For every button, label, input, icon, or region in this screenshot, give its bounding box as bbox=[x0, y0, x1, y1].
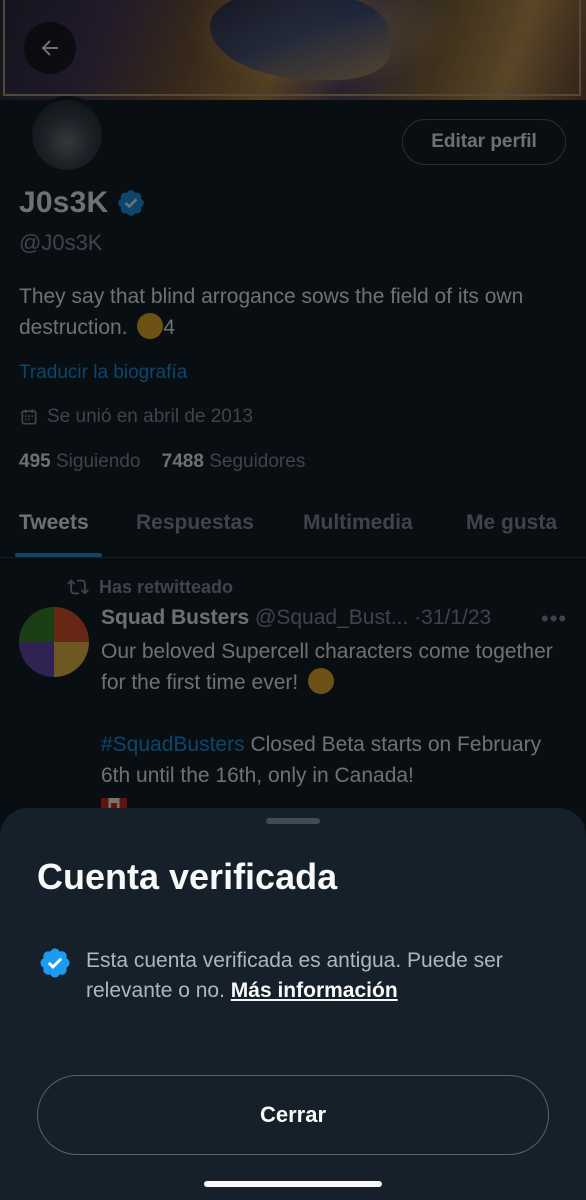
tab-multimedia[interactable]: Multimedia bbox=[303, 505, 413, 557]
joined-date: Se unió en abril de 2013 bbox=[19, 406, 253, 428]
follow-stats: 495 Siguiendo 7488 Seguidores bbox=[19, 451, 305, 473]
tweet-author-name[interactable]: Squad Busters bbox=[101, 606, 249, 629]
close-button[interactable]: Cerrar bbox=[37, 1075, 549, 1155]
back-button[interactable] bbox=[24, 22, 76, 74]
tweet-hashtag[interactable]: #SquadBusters bbox=[101, 733, 245, 756]
verified-badge-icon bbox=[40, 948, 70, 978]
profile-bio: They say that blind arrogance sows the f… bbox=[19, 281, 564, 343]
followers-label: Seguidores bbox=[209, 451, 306, 472]
arrow-left-icon bbox=[41, 40, 58, 56]
followers-stat[interactable]: 7488 Seguidores bbox=[162, 451, 306, 472]
retweet-icon bbox=[67, 579, 89, 595]
partying-face-emoji-icon bbox=[308, 668, 335, 694]
avatar-image bbox=[32, 100, 102, 170]
tweet-author-handle[interactable]: @Squad_Bust... bbox=[255, 606, 408, 629]
bio-suffix: 4 bbox=[163, 316, 176, 339]
profile-tabs: Tweets Respuestas Multimedia Me gusta bbox=[0, 505, 586, 558]
retweet-indicator: Has retwitteado bbox=[67, 576, 233, 598]
tweet-more-icon[interactable]: ••• bbox=[541, 606, 567, 632]
tweet-author-avatar[interactable] bbox=[19, 607, 89, 677]
verified-badge-icon[interactable] bbox=[116, 188, 146, 218]
tweet-header: Squad Busters @Squad_Bust... ·31/1/23 bbox=[101, 606, 491, 630]
profile-banner[interactable] bbox=[0, 0, 586, 100]
joined-text: Se unió en abril de 2013 bbox=[47, 406, 253, 427]
home-indicator bbox=[204, 1181, 382, 1187]
translate-bio-link[interactable]: Traducir la biografía bbox=[19, 362, 187, 384]
sheet-title: Cuenta verificada bbox=[37, 856, 338, 897]
tweet-date[interactable]: 31/1/23 bbox=[421, 606, 491, 629]
more-info-link[interactable]: Más información bbox=[231, 979, 398, 1002]
retweet-label: Has retwitteado bbox=[99, 576, 234, 597]
following-label: Siguiendo bbox=[55, 451, 141, 472]
following-count: 495 bbox=[19, 451, 51, 472]
pensive-face-emoji-icon bbox=[137, 313, 164, 339]
active-tab-indicator bbox=[15, 553, 102, 557]
profile-handle: @J0s3K bbox=[19, 230, 103, 255]
tweet-text: Our beloved Supercell characters come to… bbox=[101, 636, 571, 822]
tab-me-gusta[interactable]: Me gusta bbox=[466, 505, 557, 557]
followers-count: 7488 bbox=[161, 451, 204, 472]
display-name-row: J0s3K bbox=[19, 186, 146, 220]
following-stat[interactable]: 495 Siguiendo bbox=[19, 451, 141, 472]
banner-frame bbox=[3, 0, 581, 96]
sheet-description: Esta cuenta verificada es antigua. Puede… bbox=[86, 946, 561, 1006]
tab-respuestas[interactable]: Respuestas bbox=[136, 505, 254, 557]
tab-tweets[interactable]: Tweets bbox=[19, 505, 89, 557]
edit-profile-button[interactable]: Editar perfil bbox=[402, 119, 566, 165]
verified-account-sheet: Cuenta verificada Esta cuenta verificada… bbox=[0, 808, 586, 1200]
bio-text: They say that blind arrogance sows the f… bbox=[19, 285, 524, 339]
calendar-icon bbox=[21, 409, 37, 425]
display-name: J0s3K bbox=[19, 186, 109, 219]
sheet-grabber[interactable] bbox=[266, 818, 320, 824]
profile-avatar[interactable] bbox=[28, 96, 106, 174]
